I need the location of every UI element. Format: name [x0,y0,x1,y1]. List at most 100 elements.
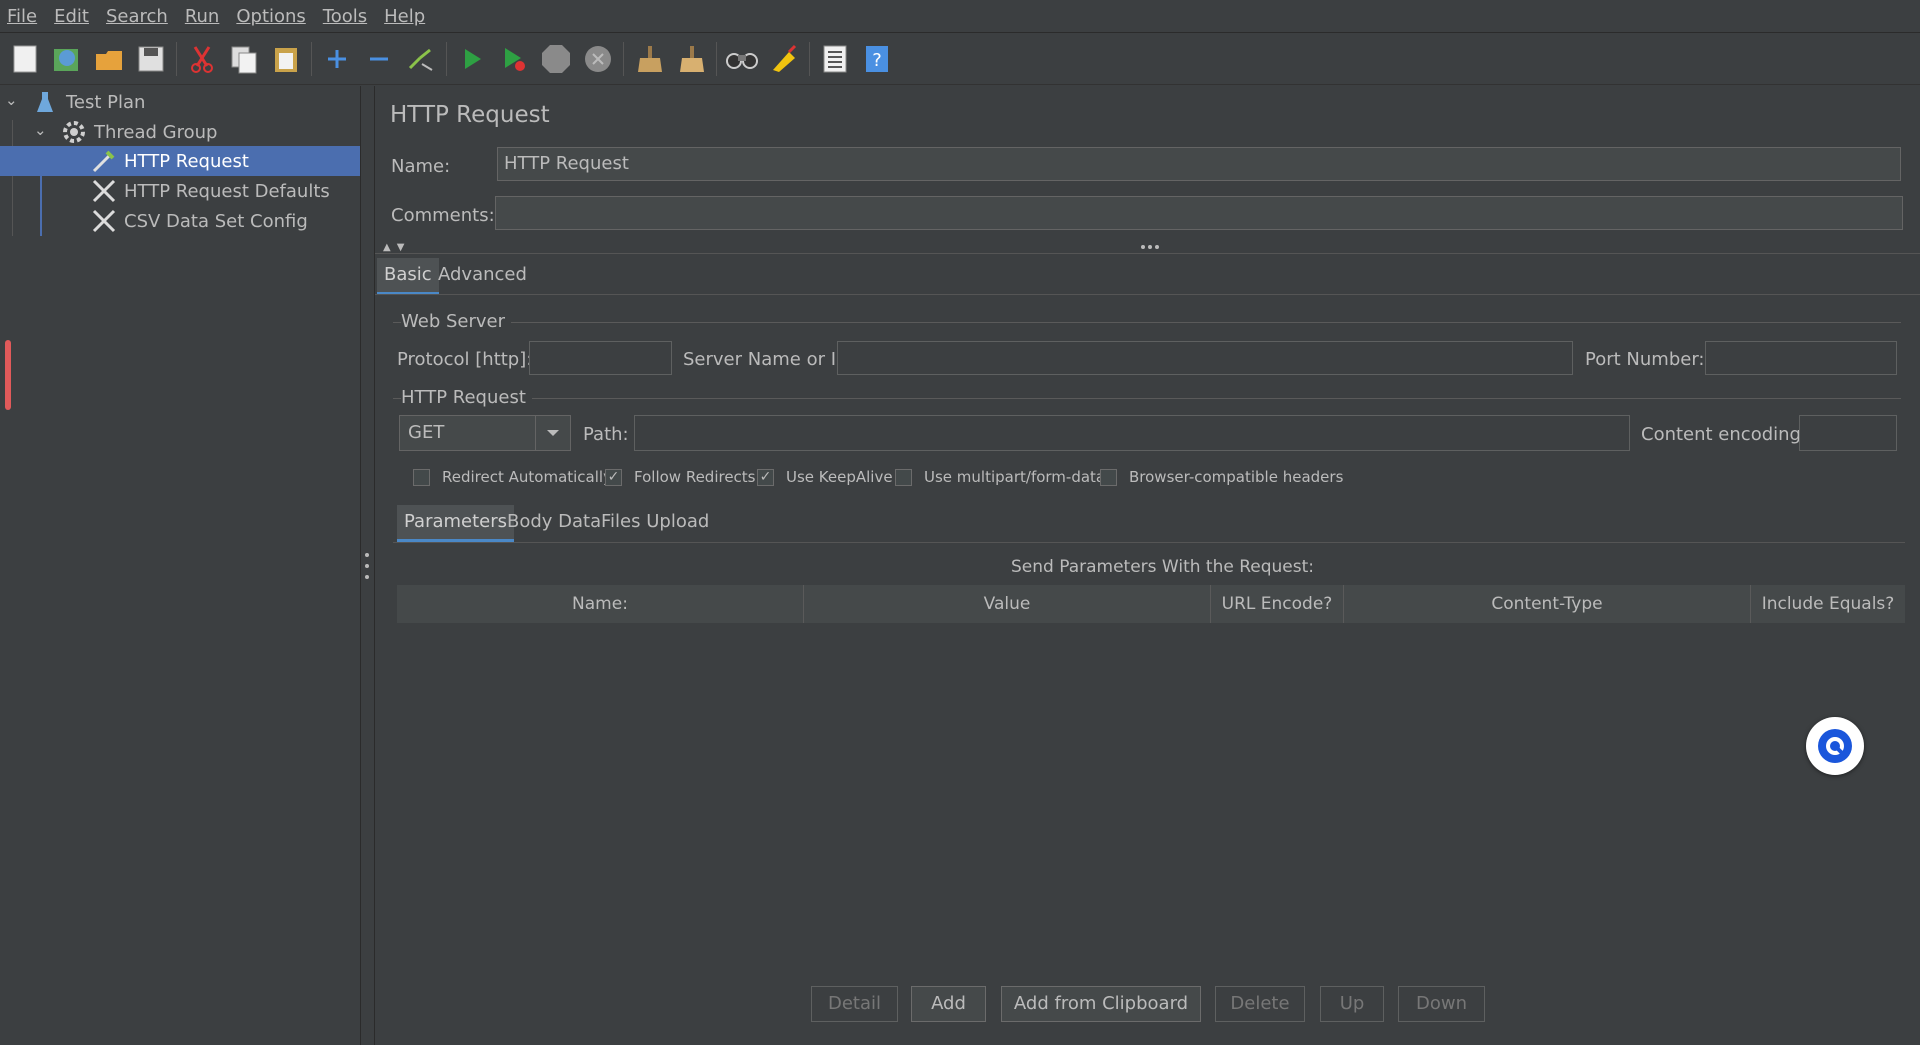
checkbox-box[interactable] [1100,468,1117,486]
protocol-field[interactable] [529,341,672,375]
method-value: GET [408,422,445,443]
toolbar: ? [0,33,1920,85]
comments-field[interactable] [495,196,1903,230]
save-icon[interactable] [134,41,168,77]
function-helper-icon[interactable] [818,41,852,77]
content-encoding-field[interactable] [1799,415,1897,451]
tools-icon [90,208,118,234]
toggle-icon[interactable] [404,41,438,77]
test-plan-icon [34,90,56,114]
help-icon[interactable]: ? [860,41,894,77]
resize-handle[interactable] [1141,245,1159,249]
section-border [393,322,1901,323]
name-field[interactable]: HTTP Request [497,147,1901,181]
search-icon[interactable] [725,41,759,77]
menu-run[interactable]: Run [178,6,230,27]
scroll-marker [5,340,11,410]
checkbox-box[interactable] [895,468,912,486]
clear-all-icon[interactable] [674,41,708,77]
checkbox-box[interactable] [413,468,430,486]
path-field[interactable] [634,415,1630,451]
templates-icon[interactable] [50,41,84,77]
tab-body-data[interactable]: Body Data [500,505,608,539]
tab-advanced[interactable]: Advanced [431,258,534,292]
add-button[interactable]: Add [911,986,986,1022]
menu-help[interactable]: Help [377,6,435,27]
shutdown-icon[interactable] [581,41,615,77]
splitter-handle[interactable] [364,553,370,579]
chat-bubble-icon [1818,729,1852,763]
copy-icon[interactable] [227,41,261,77]
menu-options[interactable]: Options [229,6,315,27]
protocol-label: Protocol [http]: [397,349,533,370]
menu-file[interactable]: File [0,6,47,27]
chevron-down-icon[interactable]: ⌄ [34,121,47,139]
tab-parameters[interactable]: Parameters [397,505,515,542]
tab-divider [375,294,1920,295]
method-select[interactable]: GET [399,415,571,451]
comments-label: Comments: [391,205,495,226]
start-icon[interactable] [455,41,489,77]
tab-files-upload[interactable]: Files Upload [594,505,716,539]
pipette-icon [90,148,118,174]
menu-tools[interactable]: Tools [316,6,377,27]
tree-item-http-request-defaults[interactable]: HTTP Request Defaults [90,176,355,206]
open-icon[interactable] [92,41,126,77]
parameters-table-header: Name: Value URL Encode? Content-Type Inc… [397,585,1905,623]
web-server-section-title: Web Server [401,311,511,332]
new-icon[interactable] [8,41,42,77]
checkmark-icon[interactable]: ✓ [757,468,774,486]
name-label: Name: [391,156,451,177]
clear-icon[interactable] [632,41,666,77]
browser-compatible-headers-checkbox[interactable]: Browser-compatible headers [1100,468,1343,486]
follow-redirects-checkbox[interactable]: ✓ Follow Redirects [605,468,756,486]
port-number-field[interactable] [1705,341,1897,375]
server-name-field[interactable] [837,341,1573,375]
paste-icon[interactable] [269,41,303,77]
tools-icon [90,178,118,204]
redirect-automatically-checkbox[interactable]: Redirect Automatically [413,468,612,486]
detail-button[interactable]: Detail [811,986,898,1022]
tree-guide-line-root [12,120,13,236]
svg-text:?: ? [872,50,882,71]
cut-icon[interactable] [185,41,219,77]
divider [375,253,1920,254]
use-multipart-checkbox[interactable]: Use multipart/form-data [895,468,1105,486]
delete-button[interactable]: Delete [1215,986,1305,1022]
reset-search-icon[interactable] [767,41,801,77]
menu-bar: File Edit Search Run Options Tools Help [0,0,1920,33]
menu-edit[interactable]: Edit [47,6,99,27]
tab-basic[interactable]: Basic [377,258,439,295]
use-keepalive-checkbox[interactable]: ✓ Use KeepAlive [757,468,893,486]
column-header-include-equals[interactable]: Include Equals? [1751,585,1905,623]
test-plan-tree: ⌄ Test Plan ⌄ Thread Group HTTP Request … [0,86,361,1045]
collapse-arrows-icon[interactable]: ▲▼ [383,242,410,253]
section-border [393,398,1901,399]
http-request-section-title: HTTP Request [401,387,532,408]
add-from-clipboard-button[interactable]: Add from Clipboard [1001,986,1201,1022]
checkmark-icon[interactable]: ✓ [605,468,622,486]
gear-icon [62,120,86,144]
tree-item-http-request[interactable]: HTTP Request [0,146,360,176]
stop-icon[interactable] [539,41,573,77]
column-header-name[interactable]: Name: [397,585,804,623]
column-header-content-type[interactable]: Content-Type [1344,585,1751,623]
chevron-down-icon[interactable] [535,416,570,450]
tree-item-test-plan[interactable]: Test Plan [34,87,354,117]
floating-assistant-button[interactable] [1806,717,1864,775]
menu-search[interactable]: Search [99,6,178,27]
tree-item-thread-group[interactable]: Thread Group [62,117,352,147]
down-button[interactable]: Down [1398,986,1485,1022]
collapse-icon[interactable] [362,41,396,77]
start-no-pauses-icon[interactable] [497,41,531,77]
table-caption: Send Parameters With the Request: [1011,557,1315,577]
expand-icon[interactable] [320,41,354,77]
tree-item-csv-data-set-config[interactable]: CSV Data Set Config [90,206,355,236]
up-button[interactable]: Up [1320,986,1384,1022]
path-label: Path: [583,424,629,445]
chevron-down-icon[interactable]: ⌄ [5,91,18,109]
column-header-url-encode[interactable]: URL Encode? [1211,585,1344,623]
page-title: HTTP Request [390,102,550,128]
column-header-value[interactable]: Value [804,585,1211,623]
subtab-divider [393,542,1905,543]
